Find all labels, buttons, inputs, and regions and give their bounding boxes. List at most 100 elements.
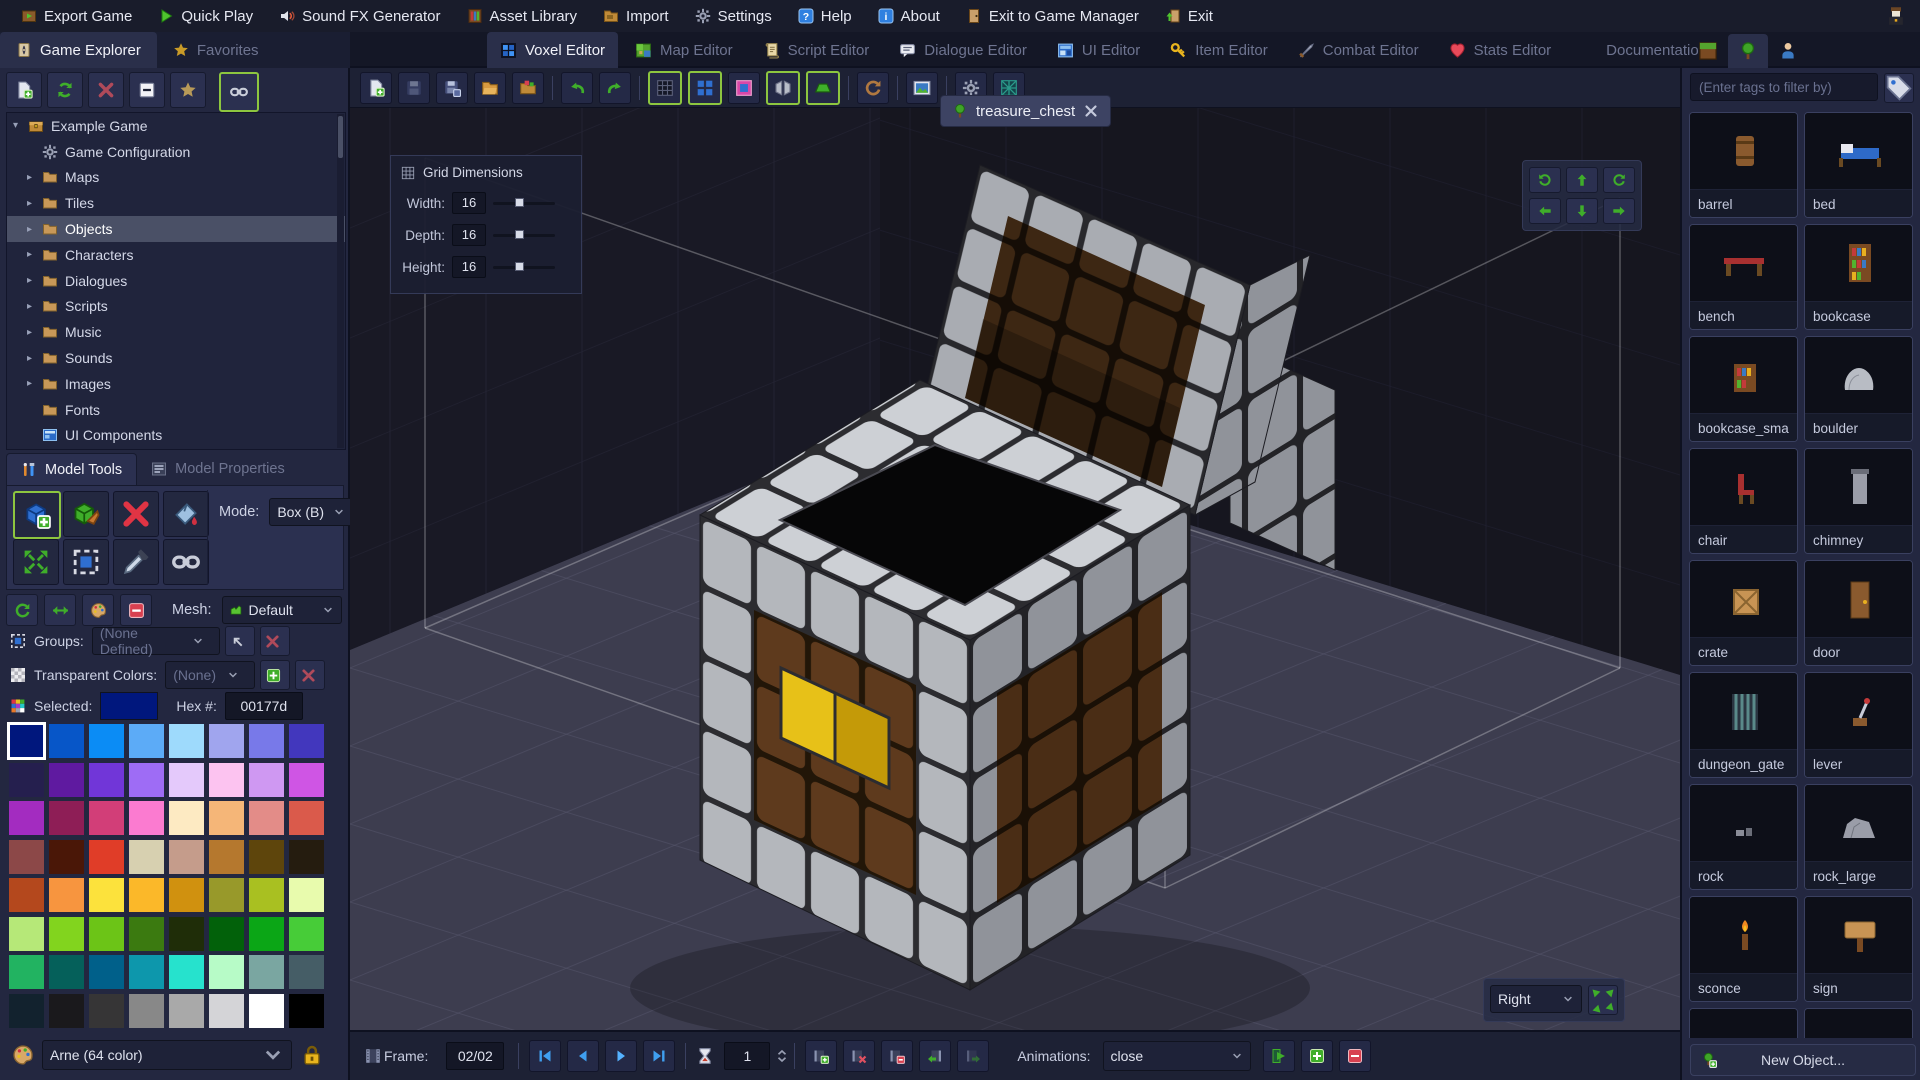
remove-red-button[interactable] xyxy=(1338,1040,1371,1072)
selected-color-swatch[interactable] xyxy=(100,692,159,720)
user-avatar-icon[interactable] xyxy=(1886,6,1906,26)
tab-voxel-editor[interactable]: Voxel Editor xyxy=(487,32,619,68)
tree-item-music[interactable]: ▸ Music xyxy=(7,319,345,345)
mesh-dropdown[interactable]: Default xyxy=(221,596,342,624)
tree-item-example-game[interactable]: ▾ Example Game xyxy=(7,113,345,139)
tree-item-dialogues[interactable]: ▸ Dialogues xyxy=(7,268,345,294)
tree-item-sounds[interactable]: ▸ Sounds xyxy=(7,345,345,371)
palette-swatch[interactable] xyxy=(89,955,124,989)
view-dropdown[interactable]: Right xyxy=(1490,985,1582,1013)
tag-filter-button[interactable] xyxy=(1884,73,1914,103)
object-card-boulder[interactable]: boulder xyxy=(1804,336,1913,442)
palette-swatch[interactable] xyxy=(49,801,84,835)
palette-tool-button[interactable] xyxy=(82,594,114,626)
tab-map-editor[interactable]: Map Editor xyxy=(622,32,746,68)
menu-item-help[interactable]: ? Help xyxy=(785,0,865,32)
palette-swatch[interactable] xyxy=(9,955,44,989)
open-folder-button[interactable] xyxy=(474,71,506,104)
palette-swatch[interactable] xyxy=(129,762,164,797)
palette-swatch[interactable] xyxy=(289,955,324,989)
add-transparent-button[interactable] xyxy=(260,660,291,690)
palette-swatch[interactable] xyxy=(209,839,244,874)
skip-end-button[interactable] xyxy=(643,1040,676,1072)
redo-button[interactable] xyxy=(599,71,631,104)
palette-swatch[interactable] xyxy=(209,762,244,797)
frame-add-button[interactable] xyxy=(805,1040,838,1072)
frame-move-left-button[interactable] xyxy=(919,1040,952,1072)
object-card-sconce[interactable]: sconce xyxy=(1689,896,1798,1002)
tree-item-maps[interactable]: ▸ Maps xyxy=(7,165,345,191)
rotate-ccw-button[interactable] xyxy=(1529,167,1561,193)
new-object-button[interactable]: New Object... xyxy=(1690,1044,1916,1076)
palette-swatch[interactable] xyxy=(169,762,204,797)
grid-dim-value[interactable]: 16 xyxy=(452,256,486,278)
palette-swatch[interactable] xyxy=(49,878,84,912)
new-file-button[interactable] xyxy=(6,72,42,108)
palette-swatch[interactable] xyxy=(249,955,284,989)
object-card-sign[interactable]: sign xyxy=(1804,896,1913,1002)
panel-tab-tiles-tab[interactable] xyxy=(1688,34,1728,68)
frame-counter[interactable]: 02/02 xyxy=(446,1042,505,1070)
palette-swatch[interactable] xyxy=(9,993,44,1028)
palette-swatch[interactable] xyxy=(49,839,84,874)
object-card-bed[interactable]: bed xyxy=(1804,112,1913,218)
object-card-bench[interactable]: bench xyxy=(1689,224,1798,330)
paint-voxel-button[interactable] xyxy=(63,491,109,537)
tree-item-characters[interactable]: ▸ Characters xyxy=(7,242,345,268)
object-card-chair[interactable]: chair xyxy=(1689,448,1798,554)
refresh-button[interactable] xyxy=(47,72,83,108)
palette-swatch[interactable] xyxy=(169,801,204,835)
palette-swatch[interactable] xyxy=(209,878,244,912)
palette-swatch[interactable] xyxy=(49,724,84,758)
tab-combat-editor[interactable]: Combat Editor xyxy=(1285,32,1432,68)
remove-tool-button[interactable] xyxy=(120,594,152,626)
menu-item-exit[interactable]: Exit xyxy=(1152,0,1226,32)
palette-swatch[interactable] xyxy=(89,878,124,912)
palette-swatch[interactable] xyxy=(169,878,204,912)
panel-tab-objects-tab[interactable] xyxy=(1728,34,1768,68)
object-card-lever[interactable]: lever xyxy=(1804,672,1913,778)
play-button[interactable] xyxy=(605,1040,638,1072)
grid-dim-slider[interactable] xyxy=(493,230,555,239)
lock-icon[interactable] xyxy=(301,1044,323,1066)
palette-swatch[interactable] xyxy=(9,762,44,797)
add-green-button[interactable] xyxy=(1300,1040,1333,1072)
transparent-dropdown[interactable]: (None) xyxy=(165,661,256,689)
palette-swatch[interactable] xyxy=(129,839,164,874)
tree-item-fonts[interactable]: Fonts xyxy=(7,397,345,423)
star-button[interactable] xyxy=(170,72,206,108)
mirror-toggle-button[interactable] xyxy=(766,70,800,105)
frame-duplicate-button[interactable] xyxy=(843,1040,876,1072)
tab-model-tools[interactable]: Model Tools xyxy=(6,453,138,485)
skip-start-button[interactable] xyxy=(529,1040,562,1072)
erase-voxel-button[interactable] xyxy=(113,491,159,537)
palette-swatch[interactable] xyxy=(289,916,324,951)
select-tool-button[interactable] xyxy=(63,539,109,585)
palette-swatch[interactable] xyxy=(9,839,44,874)
tree-item-tiles[interactable]: ▸ Tiles xyxy=(7,190,345,216)
palette-swatch[interactable] xyxy=(9,916,44,951)
palette-swatch[interactable] xyxy=(129,955,164,989)
palette-swatch[interactable] xyxy=(89,801,124,835)
pick-group-button[interactable] xyxy=(224,626,255,656)
palette-swatch[interactable] xyxy=(129,724,164,758)
palette-swatch[interactable] xyxy=(289,801,324,835)
palette-swatch[interactable] xyxy=(49,993,84,1028)
palette-swatch[interactable] xyxy=(129,878,164,912)
tree-item-ui-components[interactable]: UI Components xyxy=(7,423,345,449)
object-card-partial[interactable] xyxy=(1804,1008,1913,1038)
object-card-dungeon_gate[interactable]: dungeon_gate xyxy=(1689,672,1798,778)
palette-swatch[interactable] xyxy=(89,993,124,1028)
menu-item-import[interactable]: Import xyxy=(590,0,682,32)
palette-swatch[interactable] xyxy=(249,724,284,758)
palette-swatch[interactable] xyxy=(89,916,124,951)
tree-item-game-configuration[interactable]: Game Configuration xyxy=(7,139,345,165)
menu-item-export-game[interactable]: Export Game xyxy=(8,0,145,32)
animation-dropdown[interactable]: close xyxy=(1102,1041,1251,1071)
undo-button[interactable] xyxy=(561,71,593,104)
arrow-right-button[interactable] xyxy=(1603,198,1635,224)
step-back-button[interactable] xyxy=(567,1040,600,1072)
palette-swatch[interactable] xyxy=(209,801,244,835)
flip-tool-button[interactable] xyxy=(44,594,76,626)
palette-swatch[interactable] xyxy=(129,916,164,951)
